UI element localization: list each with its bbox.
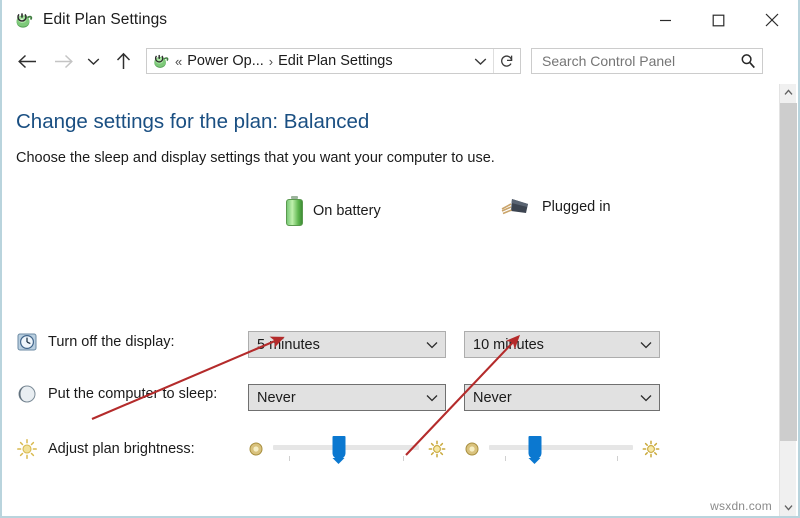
chevron-down-icon: [426, 332, 438, 357]
power-plug-icon: [500, 196, 532, 218]
slider-track[interactable]: [489, 445, 633, 450]
bright-sun-icon: [642, 440, 660, 458]
dropdown-sleep-plugged-in[interactable]: Never: [464, 384, 660, 411]
minimize-button[interactable]: [639, 0, 692, 40]
clock-display-icon: [16, 331, 38, 353]
slider-track[interactable]: [273, 445, 419, 450]
dropdown-value: 10 minutes: [473, 336, 544, 353]
maximize-button[interactable]: [692, 0, 745, 40]
slider-tick: [504, 456, 506, 461]
scroll-down-icon[interactable]: [780, 499, 797, 516]
breadcrumb-separator: ›: [268, 53, 274, 69]
chevron-down-icon[interactable]: [82, 46, 104, 76]
sleep-moon-icon: [16, 383, 38, 405]
slider-tick: [617, 456, 619, 461]
slider-track-area[interactable]: [489, 434, 633, 464]
close-button[interactable]: [745, 0, 798, 40]
page-subtitle: Choose the sleep and display settings th…: [16, 150, 495, 166]
power-options-icon: [152, 52, 170, 70]
slider-tick: [402, 456, 404, 461]
slider-thumb[interactable]: [332, 436, 346, 464]
power-options-icon: [14, 10, 34, 30]
search-icon[interactable]: [734, 53, 762, 69]
dropdown-value: Never: [473, 389, 512, 406]
column-label-on-battery: On battery: [313, 203, 381, 219]
dim-sun-icon: [464, 441, 480, 457]
column-header-plugged-in: Plugged in: [500, 196, 611, 218]
back-icon[interactable]: [12, 46, 42, 76]
breadcrumb-item-edit-plan-settings[interactable]: Edit Plan Settings: [278, 53, 392, 69]
vertical-scrollbar[interactable]: [779, 84, 797, 516]
setting-label-put-computer-to-sleep: Put the computer to sleep:: [48, 386, 218, 402]
dropdown-turn-off-display-on-battery[interactable]: 5 minutes: [248, 331, 446, 358]
search-box[interactable]: [531, 48, 763, 74]
brightness-slider-plugged-in[interactable]: [464, 432, 660, 466]
slider-tick: [289, 456, 291, 461]
slider-track-area[interactable]: [273, 434, 419, 464]
refresh-icon[interactable]: [493, 49, 520, 73]
slider-thumb[interactable]: [528, 436, 542, 464]
setting-label-turn-off-display: Turn off the display:: [48, 334, 175, 350]
page-title: Change settings for the plan: Balanced: [16, 110, 370, 133]
chevron-down-icon: [426, 385, 438, 410]
address-bar[interactable]: « Power Op... › Edit Plan Settings: [146, 48, 521, 74]
forward-icon[interactable]: [48, 46, 78, 76]
breadcrumb-overflow[interactable]: «: [175, 54, 182, 69]
brightness-slider-on-battery[interactable]: [248, 432, 446, 466]
chevron-down-icon: [640, 385, 652, 410]
dropdown-value: Never: [257, 389, 296, 406]
column-label-plugged-in: Plugged in: [542, 199, 611, 215]
setting-label-adjust-plan-brightness: Adjust plan brightness:: [48, 441, 195, 457]
chevron-down-icon[interactable]: [467, 57, 493, 66]
navigation-bar: « Power Op... › Edit Plan Settings: [2, 40, 798, 82]
window-controls: [639, 0, 798, 40]
dim-sun-icon: [248, 441, 264, 457]
chevron-down-icon: [640, 332, 652, 357]
watermark: wsxdn.com: [710, 499, 772, 513]
bright-sun-icon: [428, 440, 446, 458]
dropdown-turn-off-display-plugged-in[interactable]: 10 minutes: [464, 331, 660, 358]
battery-icon: [286, 196, 303, 226]
sun-brightness-icon: [16, 438, 38, 460]
search-input[interactable]: [540, 52, 734, 70]
scrollbar-thumb[interactable]: [780, 103, 797, 441]
breadcrumb-item-power-options[interactable]: Power Op...: [187, 53, 264, 69]
dropdown-sleep-on-battery[interactable]: Never: [248, 384, 446, 411]
title-bar: Edit Plan Settings: [2, 0, 798, 40]
window-title: Edit Plan Settings: [43, 11, 168, 28]
edit-plan-settings-window: Edit Plan Settings « Power Op... › Edit …: [0, 0, 800, 518]
up-icon[interactable]: [108, 46, 138, 76]
scroll-up-icon[interactable]: [780, 84, 797, 101]
content-pane: Change settings for the plan: Balanced C…: [2, 84, 782, 516]
column-header-on-battery: On battery: [286, 196, 381, 226]
dropdown-value: 5 minutes: [257, 336, 320, 353]
